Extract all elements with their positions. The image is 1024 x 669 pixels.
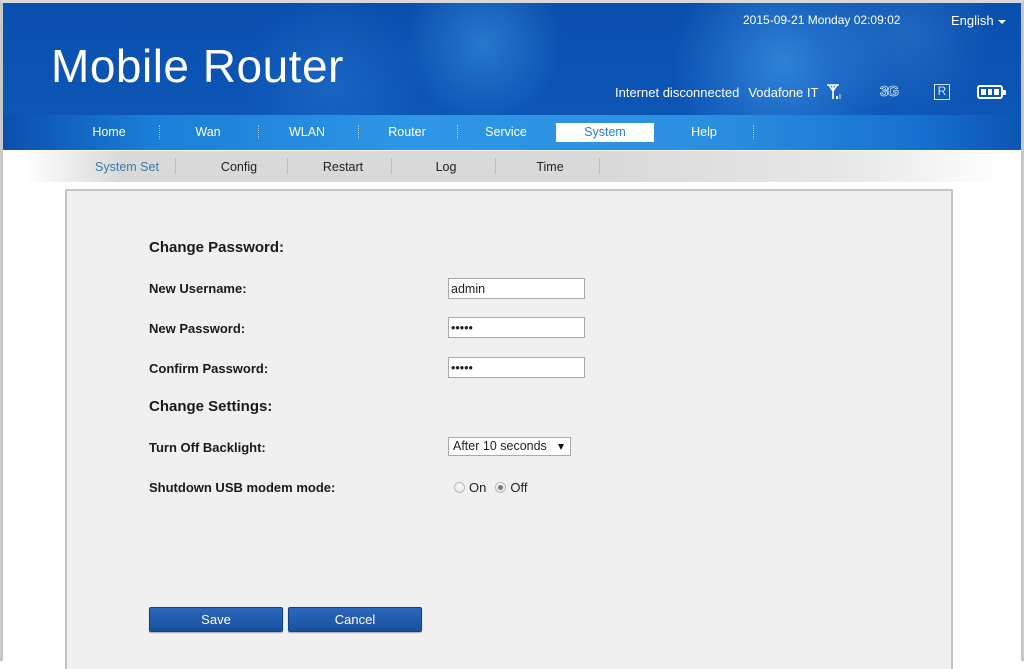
connection-status: Internet disconnected xyxy=(615,84,740,100)
battery-bar xyxy=(994,89,1000,95)
subnav-item-system-set[interactable]: System Set xyxy=(77,160,177,174)
subnav-separator xyxy=(175,158,176,174)
subnav-separator xyxy=(495,158,496,174)
usb-mode-off-label[interactable]: Off xyxy=(510,480,527,495)
battery-icon xyxy=(977,85,1006,99)
nav-item-system[interactable]: System xyxy=(556,123,654,142)
confirm-password-input[interactable] xyxy=(448,357,585,378)
nav-item-home[interactable]: Home xyxy=(60,123,158,142)
subnav-item-time[interactable]: Time xyxy=(500,160,600,174)
backlight-selected-value: After 10 seconds xyxy=(453,439,547,453)
battery-bar xyxy=(981,89,986,95)
change-password-heading: Change Password: xyxy=(149,239,285,256)
status-bar: Internet disconnected Vodafone IT xyxy=(615,83,842,101)
datetime-display: 2015-09-21 Monday 02:09:02 xyxy=(743,13,901,27)
app-title: Mobile Router xyxy=(51,40,344,92)
dropdown-arrow-icon xyxy=(558,444,564,450)
sub-nav: System Set Config Restart Log Time xyxy=(23,151,1003,182)
usb-mode-off-radio[interactable] xyxy=(495,482,507,493)
browser-frame: Mobile Router 2015-09-21 Monday 02:09:02… xyxy=(0,0,1024,669)
nav-item-service[interactable]: Service xyxy=(457,123,555,142)
signal-icon xyxy=(826,83,842,101)
subnav-separator xyxy=(391,158,392,174)
carrier-name: Vodafone IT xyxy=(748,84,819,100)
usb-mode-on-radio[interactable] xyxy=(454,482,465,493)
new-password-input[interactable] xyxy=(448,317,585,338)
chevron-down-icon xyxy=(997,19,1006,24)
language-label: English xyxy=(951,13,994,28)
subnav-item-log[interactable]: Log xyxy=(396,160,496,174)
subnav-item-config[interactable]: Config xyxy=(189,160,289,174)
3g-icon: 3G xyxy=(880,83,900,101)
cancel-button[interactable]: Cancel xyxy=(288,607,422,632)
subnav-item-restart[interactable]: Restart xyxy=(293,160,393,174)
backlight-label: Turn Off Backlight: xyxy=(149,440,266,455)
main-nav: Home Wan WLAN Router Service System Help xyxy=(3,115,1021,150)
usb-mode-on-label[interactable]: On xyxy=(469,480,486,495)
confirm-password-label: Confirm Password: xyxy=(149,361,269,376)
nav-item-router[interactable]: Router xyxy=(358,123,456,142)
usb-mode-radio-group: On Off xyxy=(454,480,536,495)
language-selector[interactable]: English xyxy=(951,13,1006,28)
header-banner: Mobile Router 2015-09-21 Monday 02:09:02… xyxy=(3,3,1021,115)
subnav-separator xyxy=(287,158,288,174)
nav-item-help[interactable]: Help xyxy=(655,123,753,142)
username-label: New Username: xyxy=(149,281,247,296)
roaming-icon: R xyxy=(934,84,950,100)
save-button[interactable]: Save xyxy=(149,607,283,632)
subnav-separator xyxy=(599,158,600,174)
nav-separator xyxy=(753,125,754,139)
backlight-select[interactable]: After 10 seconds xyxy=(448,437,571,456)
username-input[interactable] xyxy=(448,278,585,299)
settings-panel: Change Password: New Username: New Passw… xyxy=(65,189,953,669)
change-settings-heading: Change Settings: xyxy=(149,398,273,415)
new-password-label: New Password: xyxy=(149,321,246,336)
nav-item-wlan[interactable]: WLAN xyxy=(258,123,356,142)
battery-bar xyxy=(987,89,993,95)
usb-mode-label: Shutdown USB modem mode: xyxy=(149,480,336,495)
nav-item-wan[interactable]: Wan xyxy=(159,123,257,142)
